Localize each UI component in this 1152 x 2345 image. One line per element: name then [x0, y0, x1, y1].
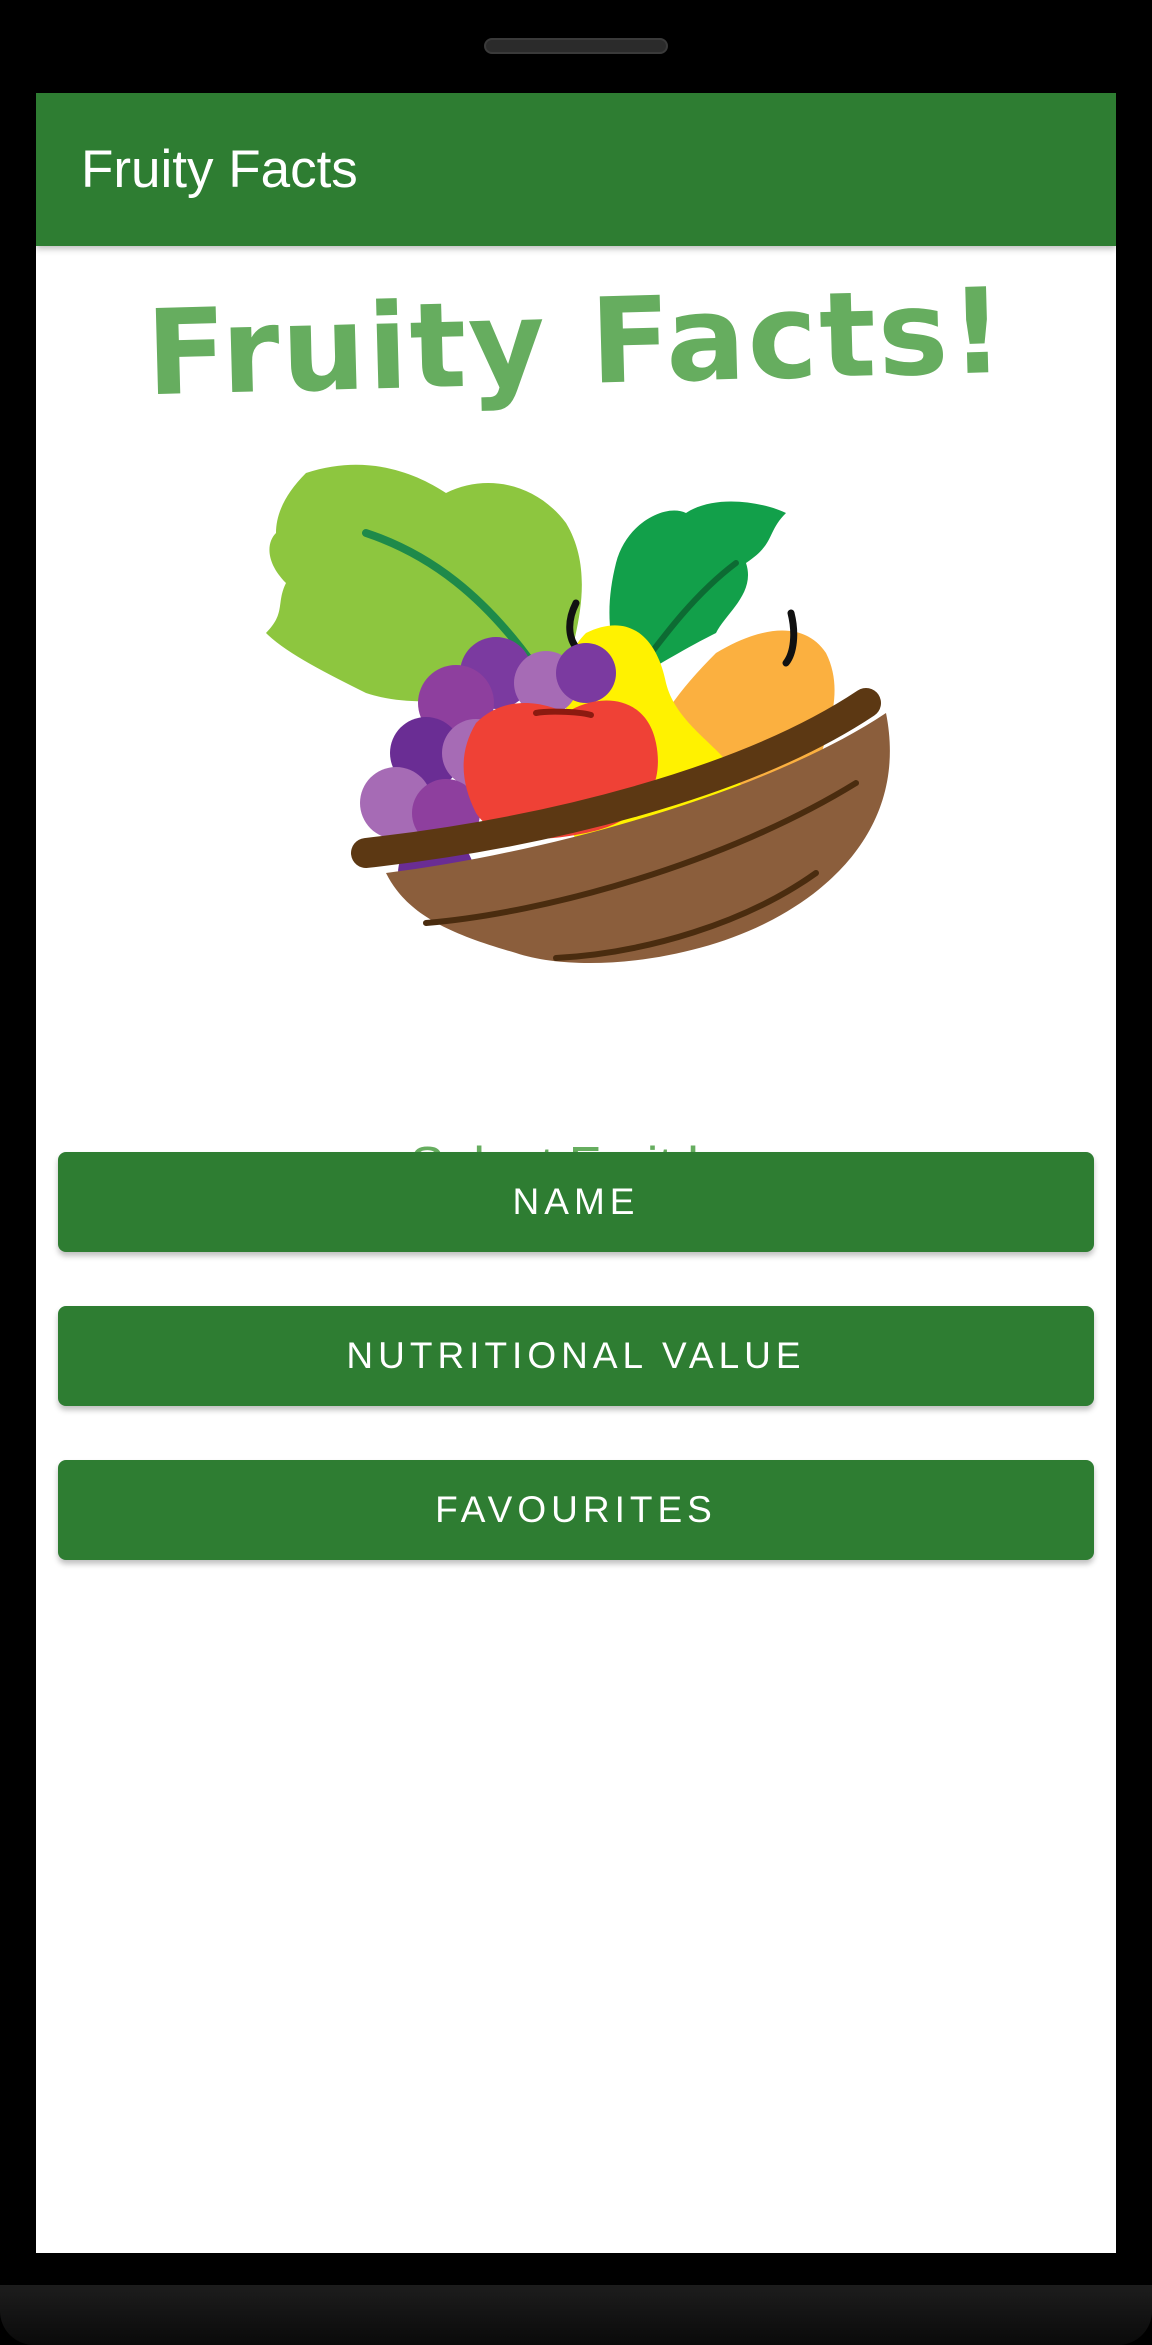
select-by-name-button[interactable]: NAME	[58, 1152, 1094, 1252]
favourites-button[interactable]: FAVOURITES	[58, 1460, 1094, 1560]
bottom-bezel	[0, 2285, 1152, 2345]
hero-title: Fruity Facts!	[144, 261, 1008, 423]
app-bar-title: Fruity Facts	[81, 140, 358, 199]
app-screen: Fruity Facts Fruity Facts! NAME NUTRITIO…	[36, 93, 1116, 2253]
app-bar: Fruity Facts	[36, 93, 1116, 246]
select-by-nutritional-value-button[interactable]: NUTRITIONAL VALUE	[58, 1306, 1094, 1406]
fruit-basket-illustration	[266, 464, 890, 963]
speaker-grille	[484, 38, 668, 54]
phone-frame: Fruity Facts Fruity Facts! NAME NUTRITIO…	[0, 0, 1152, 2345]
